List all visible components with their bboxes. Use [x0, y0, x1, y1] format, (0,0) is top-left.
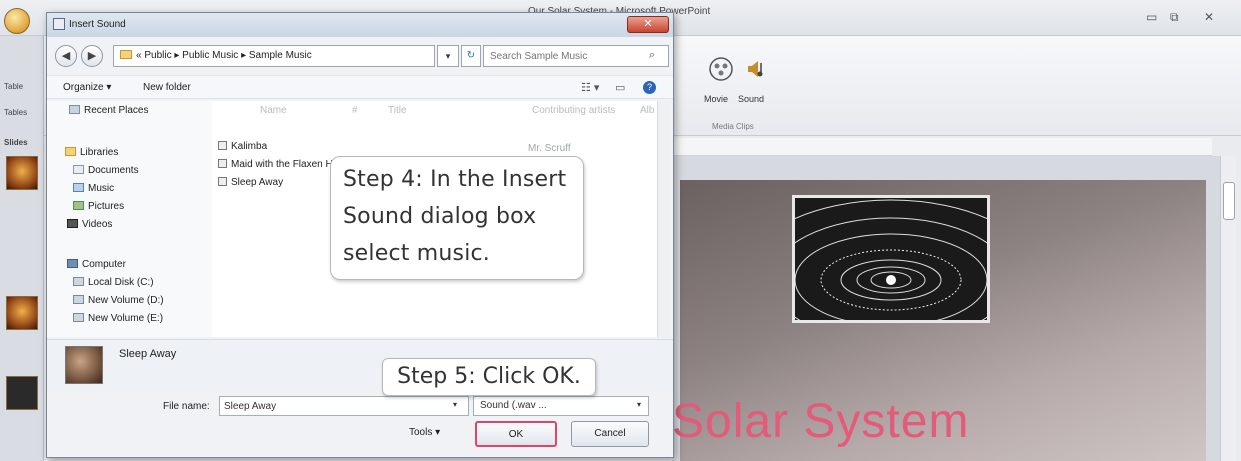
column-album[interactable]: Alb: [640, 105, 654, 116]
film-reel-icon[interactable]: [708, 56, 734, 82]
file-name-dropdown-icon[interactable]: ▾: [453, 400, 457, 409]
breadcrumb-public[interactable]: Public: [144, 50, 171, 61]
album-art-thumbnail: [65, 346, 103, 384]
pictures-icon: [73, 201, 84, 210]
address-row: ◀ ▶ « Public ▸ Public Music ▸ Sample Mus…: [47, 41, 673, 71]
step-5-callout: Step 5: Click OK.: [382, 358, 596, 396]
back-button[interactable]: ◀: [55, 45, 77, 67]
speaker-note-icon[interactable]: [742, 56, 768, 82]
help-icon[interactable]: ?: [643, 81, 656, 94]
file-list-scrollbar[interactable]: [657, 101, 671, 337]
ribbon-tables-group: Tables: [4, 108, 28, 117]
address-dropdown-icon[interactable]: ▾: [437, 45, 459, 67]
nav-computer[interactable]: Computer: [67, 259, 126, 270]
nav-recent-places[interactable]: Recent Places: [69, 105, 148, 116]
breadcrumb-public-music[interactable]: Public Music: [182, 50, 238, 61]
disk-icon: [73, 295, 84, 304]
office-button-icon[interactable]: [4, 8, 30, 34]
address-bar[interactable]: « Public ▸ Public Music ▸ Sample Music: [113, 45, 435, 67]
refresh-icon[interactable]: ↻: [461, 45, 481, 67]
cancel-button[interactable]: Cancel: [571, 421, 649, 447]
nav-videos[interactable]: Videos: [67, 219, 112, 230]
ribbon-movie-button[interactable]: Movie: [704, 94, 728, 104]
nav-new-volume-e[interactable]: New Volume (E:): [73, 313, 163, 324]
music-icon: [73, 183, 84, 192]
libraries-icon: [65, 147, 76, 156]
slide-thumbnail[interactable]: [6, 376, 38, 410]
step-4-callout: Step 4: In the Insert Sound dialog box s…: [330, 156, 584, 280]
ruler: [672, 138, 1212, 156]
details-file-name: Sleep Away: [119, 348, 177, 360]
breadcrumb-sample-music[interactable]: Sample Music: [249, 50, 312, 61]
dialog-toolbar: Organize ▾ New folder ☷ ▾ ▭ ?: [47, 75, 673, 99]
audio-file-icon: [218, 177, 227, 186]
dialog-title: Insert Sound: [69, 19, 126, 30]
audio-file-icon: [218, 159, 227, 168]
search-icon[interactable]: ⌕: [649, 49, 655, 62]
dialog-titlebar: Insert Sound ✕: [47, 13, 673, 37]
column-contributing-artists[interactable]: Contributing artists: [532, 105, 615, 116]
nav-new-volume-d[interactable]: New Volume (D:): [73, 295, 164, 306]
forward-button[interactable]: ▶: [81, 45, 103, 67]
solar-system-image[interactable]: [792, 195, 990, 323]
computer-icon: [67, 259, 78, 268]
disk-icon: [73, 313, 84, 322]
slide-thumbnail[interactable]: [6, 156, 38, 190]
nav-libraries[interactable]: Libraries: [65, 147, 118, 158]
column-track-number[interactable]: #: [352, 105, 358, 116]
navigation-pane: Recent Places Libraries Documents Music …: [47, 101, 212, 337]
nav-pictures[interactable]: Pictures: [73, 201, 124, 212]
nav-local-disk-c[interactable]: Local Disk (C:): [73, 277, 154, 288]
list-item[interactable]: Kalimba Mr. Scruff: [218, 141, 638, 157]
views-icon[interactable]: ☷ ▾: [581, 81, 599, 94]
dialog-icon: [53, 18, 65, 30]
file-name-input[interactable]: [219, 396, 469, 416]
nav-music[interactable]: Music: [73, 183, 114, 194]
vertical-scrollbar[interactable]: [1220, 156, 1236, 461]
file-type-dropdown-icon[interactable]: ▾: [637, 400, 641, 409]
documents-icon: [73, 165, 84, 174]
dialog-close-button[interactable]: ✕: [627, 16, 669, 33]
recent-places-icon: [69, 105, 80, 114]
audio-file-icon: [218, 141, 227, 150]
breadcrumb-overflow[interactable]: «: [136, 50, 142, 61]
search-input[interactable]: [483, 45, 669, 67]
folder-icon: [120, 50, 132, 59]
ribbon-sound-button[interactable]: Sound: [738, 94, 764, 104]
new-folder-button[interactable]: New folder: [143, 82, 191, 93]
restore-icon[interactable]: ⧉: [1170, 10, 1179, 25]
column-name[interactable]: Name: [260, 105, 287, 116]
ok-button[interactable]: OK: [475, 421, 557, 447]
minimize-icon[interactable]: ▭: [1146, 10, 1157, 24]
file-type-select[interactable]: Sound (.wav ...: [473, 396, 649, 416]
scrollbar-thumb[interactable]: [1223, 182, 1235, 220]
videos-icon: [67, 219, 78, 228]
slides-pane: Table Tables Slides: [0, 36, 44, 461]
slide-canvas: Solar System: [672, 156, 1220, 461]
slides-tab[interactable]: Slides: [4, 138, 28, 147]
nav-documents[interactable]: Documents: [73, 165, 139, 176]
ribbon-table-button[interactable]: Table: [4, 82, 23, 91]
slide-title[interactable]: Solar System: [672, 394, 969, 449]
file-name-label: File name:: [163, 401, 210, 412]
preview-pane-icon[interactable]: ▭: [615, 81, 625, 94]
disk-icon: [73, 277, 84, 286]
slide-thumbnail[interactable]: [6, 296, 38, 330]
close-window-icon[interactable]: ✕: [1204, 10, 1214, 24]
organize-button[interactable]: Organize ▾: [63, 82, 111, 93]
ribbon-group-label: Media Clips: [712, 122, 754, 131]
column-title[interactable]: Title: [388, 105, 407, 116]
tools-button[interactable]: Tools ▾: [409, 427, 440, 438]
current-slide[interactable]: Solar System: [672, 180, 1206, 461]
